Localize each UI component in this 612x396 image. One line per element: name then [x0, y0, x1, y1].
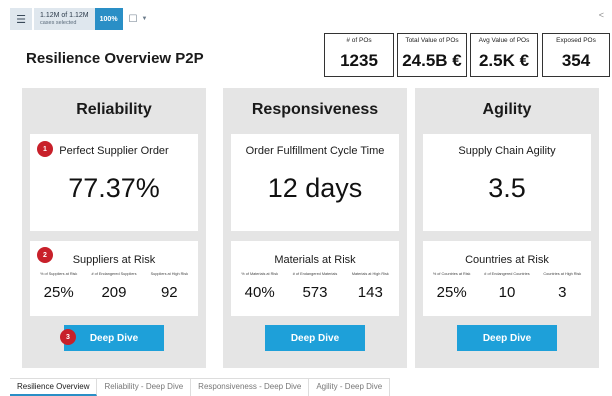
submetric-value: 573	[302, 284, 328, 301]
step-badge-2: 2	[37, 247, 53, 263]
metric-title: Perfect Supplier Order	[59, 145, 169, 157]
deep-dive-button-responsiveness[interactable]: Deep Dive	[265, 325, 365, 351]
submetric-label: # of Endangered Materials	[292, 272, 338, 276]
page-title: Resilience Overview P2P	[26, 50, 204, 67]
submetric-label: % of Countries at Risk	[432, 272, 471, 276]
kpi-num-pos: # of POs 1235	[324, 33, 394, 77]
tab-reliability-deep-dive[interactable]: Reliability - Deep Dive	[97, 379, 192, 396]
kpi-label: Total Value of POs	[405, 37, 459, 44]
metric-title: Materials at Risk	[274, 254, 356, 266]
metric-title: Suppliers at Risk	[72, 254, 156, 266]
metric-value: 12 days	[267, 173, 363, 203]
cases-count: 1.12M of 1.12M	[40, 11, 89, 19]
tab-responsiveness-deep-dive[interactable]: Responsiveness - Deep Dive	[191, 379, 310, 396]
selection-percent: 100%	[94, 8, 123, 30]
kpi-value: 354	[561, 51, 591, 70]
panel-reliability: Reliability Perfect Supplier Order 77.37…	[22, 88, 206, 368]
kpi-value: 2.5K €	[478, 51, 530, 70]
submetric-label: % of Materials at Risk	[241, 272, 279, 276]
metric-title: Countries at Risk	[465, 254, 549, 266]
selection-toolbar: ☰ 1.12M of 1.12M cases selected 100% ☐ ▼	[10, 8, 147, 30]
submetric-value: 3	[558, 284, 567, 301]
step-badge-3: 3	[60, 329, 76, 345]
cases-selected-indicator[interactable]: 1.12M of 1.12M cases selected	[34, 8, 95, 30]
hamburger-icon[interactable]: ☰	[10, 8, 32, 30]
submetric-label: Countries at High Risk	[543, 272, 582, 276]
submetric-label: Suppliers at High Risk	[150, 272, 188, 276]
metric-value: 3.5	[488, 173, 526, 203]
chevron-down-icon[interactable]: ▼	[142, 16, 148, 22]
submetric-label: # of Endangered Suppliers	[91, 272, 137, 276]
step-badge-1: 1	[37, 141, 53, 157]
metric-title: Supply Chain Agility	[458, 145, 556, 157]
metric-card-risk: Suppliers at Risk % of Suppliers at Risk…	[30, 241, 198, 316]
panel-title: Reliability	[76, 101, 152, 118]
panel-responsiveness: Responsiveness Order Fulfillment Cycle T…	[223, 88, 407, 368]
kpi-avg-value: Avg Value of POs 2.5K €	[470, 33, 538, 77]
submetric-label: # of Endangered Countries	[484, 272, 530, 276]
submetric-value: 143	[357, 284, 383, 301]
deep-dive-button-reliability[interactable]: Deep Dive	[64, 325, 164, 351]
panel-agility: Agility Supply Chain Agility 3.5 Countri…	[415, 88, 599, 368]
metric-card-primary: Order Fulfillment Cycle Time 12 days	[231, 134, 399, 231]
sheet-tabs: Resilience Overview Reliability - Deep D…	[10, 378, 391, 396]
kpi-value: 24.5B €	[402, 51, 462, 70]
metric-card-risk: Countries at Risk % of Countries at Risk…	[423, 241, 591, 316]
kpi-total-value: Total Value of POs 24.5B €	[397, 33, 467, 77]
metric-title: Order Fulfillment Cycle Time	[245, 145, 385, 157]
submetric-value: 25%	[43, 284, 74, 301]
panel-title: Agility	[482, 101, 532, 118]
submetric-value: 25%	[436, 284, 467, 301]
panel-title: Responsiveness	[251, 101, 379, 118]
metric-card-primary: Supply Chain Agility 3.5	[423, 134, 591, 231]
kpi-label: Avg Value of POs	[478, 37, 530, 44]
metric-card-risk: Materials at Risk % of Materials at Risk…	[231, 241, 399, 316]
submetric-value: 40%	[244, 284, 275, 301]
submetric-label: Materials at High Risk	[351, 272, 389, 276]
bookmark-icon[interactable]: ☐	[129, 14, 138, 25]
submetric-value: 10	[498, 284, 516, 301]
submetric-value: 92	[160, 284, 178, 301]
kpi-label: # of POs	[346, 37, 372, 44]
metric-value: 77.37%	[68, 173, 160, 203]
tab-agility-deep-dive[interactable]: Agility - Deep Dive	[309, 379, 391, 396]
kpi-value: 1235	[340, 51, 378, 70]
metric-card-primary: Perfect Supplier Order 77.37%	[30, 134, 198, 231]
share-icon[interactable]: <	[599, 10, 604, 20]
deep-dive-button-agility[interactable]: Deep Dive	[457, 325, 557, 351]
submetric-label: % of Suppliers at Risk	[40, 272, 78, 276]
kpi-label: Exposed POs	[556, 37, 596, 44]
cases-label: cases selected	[40, 19, 77, 26]
kpi-exposed-pos: Exposed POs 354	[542, 33, 610, 77]
tab-resilience-overview[interactable]: Resilience Overview	[10, 379, 98, 396]
submetric-value: 209	[101, 284, 127, 301]
